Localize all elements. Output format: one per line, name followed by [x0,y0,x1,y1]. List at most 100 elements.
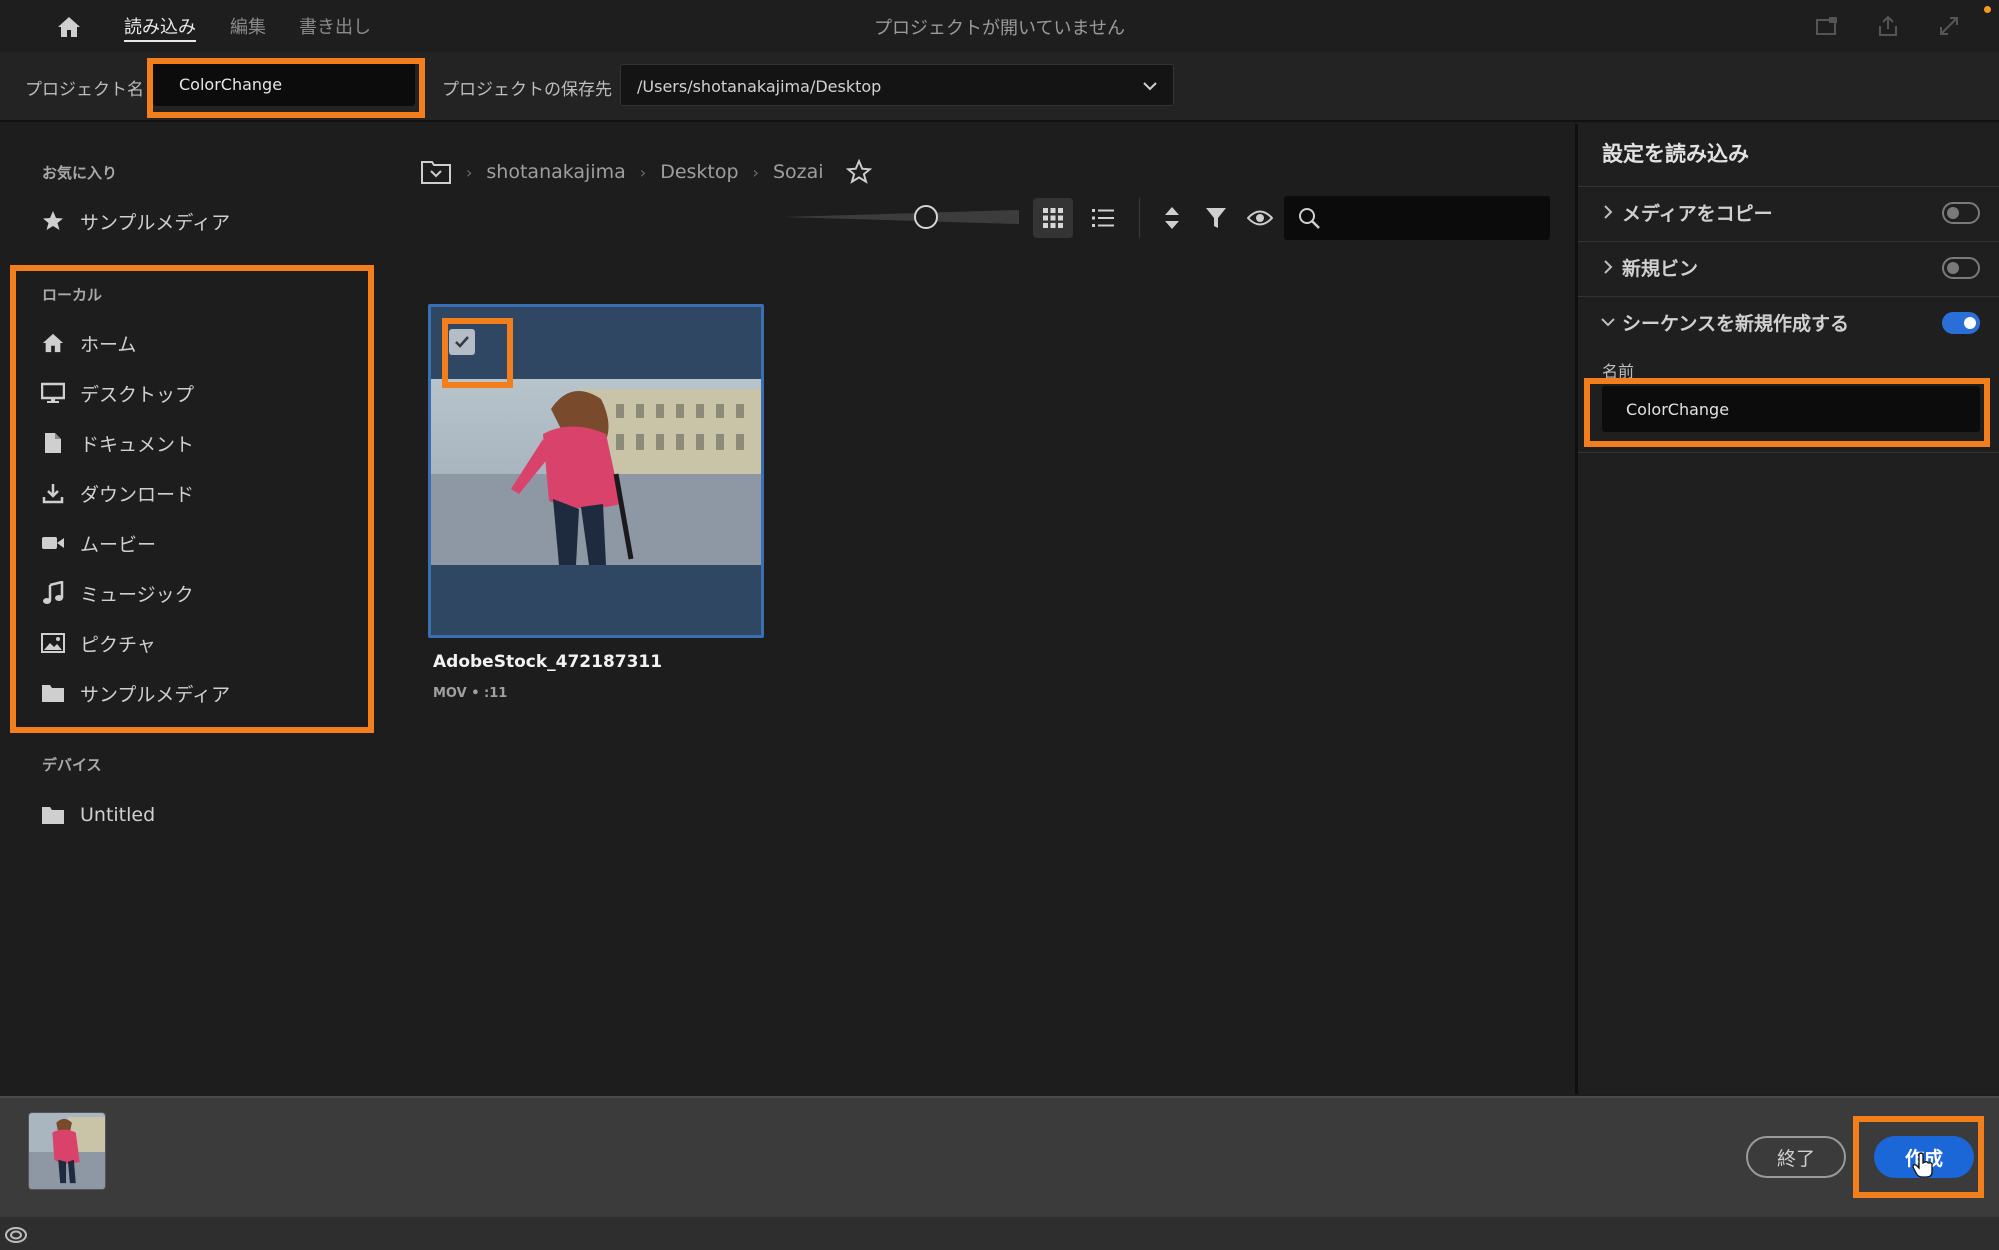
download-icon [40,480,66,506]
panel-divider [1578,241,1999,242]
view-options-button[interactable] [1240,198,1280,238]
project-location-dropdown[interactable]: /Users/shotanakajima/Desktop [620,64,1174,106]
sidebar-item-untitled[interactable]: Untitled [40,798,155,832]
sidebar-item-sample-media-favorite[interactable]: サンプルメディア [40,204,230,238]
toolbar-divider [1139,198,1140,238]
sidebar-item-music[interactable]: ミュージック [40,576,194,610]
new-bin-toggle[interactable] [1942,257,1980,279]
location-sidebar: お気に入り サンプルメディア ローカル ホーム デスクトップ ドキュメント ダウ… [0,124,390,1094]
sidebar-item-documents[interactable]: ドキュメント [40,426,194,460]
search-input[interactable] [1284,196,1550,240]
sidebar-item-downloads[interactable]: ダウンロード [40,476,194,510]
sidebar-item-pictures[interactable]: ピクチャ [40,626,156,660]
sidebar-item-desktop[interactable]: デスクトップ [40,376,194,410]
copy-media-row[interactable]: メディアをコピー [1600,196,1980,230]
project-name-value: ColorChange [179,75,283,94]
checkmark-icon [455,336,469,348]
toggle-knob [1947,262,1959,274]
list-view-button[interactable] [1083,198,1123,238]
video-camera-icon [40,530,66,556]
copy-media-label: メディアをコピー [1622,203,1773,225]
creative-cloud-icon[interactable] [4,1223,28,1245]
project-name-input[interactable]: ColorChange [153,62,415,106]
sequence-name-value: ColorChange [1626,400,1730,419]
sidebar-item-label: ムービー [80,533,157,556]
status-bar [0,1216,1999,1250]
sort-icon [1165,207,1179,229]
share-button[interactable] [1873,12,1903,40]
sidebar-item-label: デスクトップ [80,383,195,406]
folder-icon [40,680,66,706]
music-note-icon [40,580,66,606]
create-sequence-row[interactable]: シーケンスを新規作成する [1600,306,1980,340]
window-title: プロジェクトが開いていません [874,18,1125,39]
sequence-name-label: 名前 [1602,362,1635,381]
sidebar-item-label: ピクチャ [80,633,156,656]
breadcrumb-item[interactable]: shotanakajima [486,161,625,183]
selected-media-thumbnail[interactable] [28,1112,106,1190]
chevron-down-icon [1601,318,1615,327]
thumbnail-size-slider[interactable] [783,208,1019,226]
breadcrumb-item[interactable]: Sozai [773,161,824,183]
media-item-name: AdobeStock_472187311 [433,652,663,672]
media-browser: › shotanakajima › Desktop › Sozai AdobeS… [390,124,1575,1094]
new-bin-row[interactable]: 新規ビン [1600,251,1980,285]
sidebar-item-label: ミュージック [80,583,194,606]
star-outline-icon[interactable] [845,159,872,185]
folder-dropdown-icon[interactable] [420,159,452,185]
copy-media-toggle[interactable] [1942,202,1980,224]
panel-divider [1578,186,1999,187]
import-tray: 終了 作成 [0,1096,1999,1216]
local-heading: ローカル [42,286,103,304]
hand-cursor-icon [1912,1152,1933,1178]
quit-button[interactable]: 終了 [1746,1136,1846,1178]
sidebar-item-home[interactable]: ホーム [40,326,136,360]
sidebar-item-label: ドキュメント [80,433,195,456]
favorites-heading: お気に入り [42,164,118,182]
grid-view-button[interactable] [1033,198,1073,238]
document-icon [40,430,66,456]
create-sequence-toggle[interactable] [1942,312,1980,334]
breadcrumb-separator: › [639,162,647,182]
list-icon [1092,209,1114,227]
new-window-icon [1816,17,1837,35]
breadcrumb-item[interactable]: Desktop [660,161,738,183]
folder-icon [40,802,66,828]
chevron-down-icon [1143,82,1157,91]
project-name-label: プロジェクト名 [25,80,144,100]
import-settings-title: 設定を読み込み [1602,142,1749,166]
filter-icon [1206,208,1226,228]
sequence-name-input[interactable]: ColorChange [1602,386,1980,432]
sidebar-item-label: サンプルメディア [80,211,231,234]
sidebar-item-label: Untitled [80,804,156,826]
toggle-knob [1947,207,1959,219]
grid-icon [1043,208,1063,228]
sidebar-item-sample-media[interactable]: サンプルメディア [40,676,230,710]
monitor-icon [40,380,66,406]
top-nav-bar: 読み込み 編集 書き出し プロジェクトが開いていません [0,0,1999,52]
share-icon [1879,15,1897,36]
filter-button[interactable] [1196,198,1236,238]
chevron-right-icon [1604,205,1613,219]
panel-divider [1578,296,1999,297]
eye-icon [1247,210,1273,226]
sort-button[interactable] [1152,198,1192,238]
thumbnail-size-slider-knob[interactable] [914,205,938,229]
star-icon [40,208,66,234]
import-settings-panel: 設定を読み込み メディアをコピー 新規ビン シーケンスを新規作成する 名前 Co… [1575,124,1999,1094]
panel-divider [1578,452,1999,453]
fullscreen-button[interactable] [1934,12,1964,40]
sidebar-item-movies[interactable]: ムービー [40,526,156,560]
breadcrumb: › shotanakajima › Desktop › Sozai [420,156,872,188]
breadcrumb-separator: › [466,162,473,182]
devices-heading: デバイス [42,756,102,774]
new-window-button[interactable] [1812,12,1842,40]
fullscreen-icon [1940,17,1958,35]
sidebar-item-label: ホーム [80,333,137,356]
chevron-right-icon [1604,260,1613,274]
import-window: 読み込み 編集 書き出し プロジェクトが開いていません プロジェクト名 Colo… [0,0,1999,1250]
media-item-meta: MOV • :11 [433,686,508,701]
toggle-knob [1964,317,1976,329]
media-select-checkbox[interactable] [449,329,475,355]
media-item-card[interactable] [428,304,764,638]
